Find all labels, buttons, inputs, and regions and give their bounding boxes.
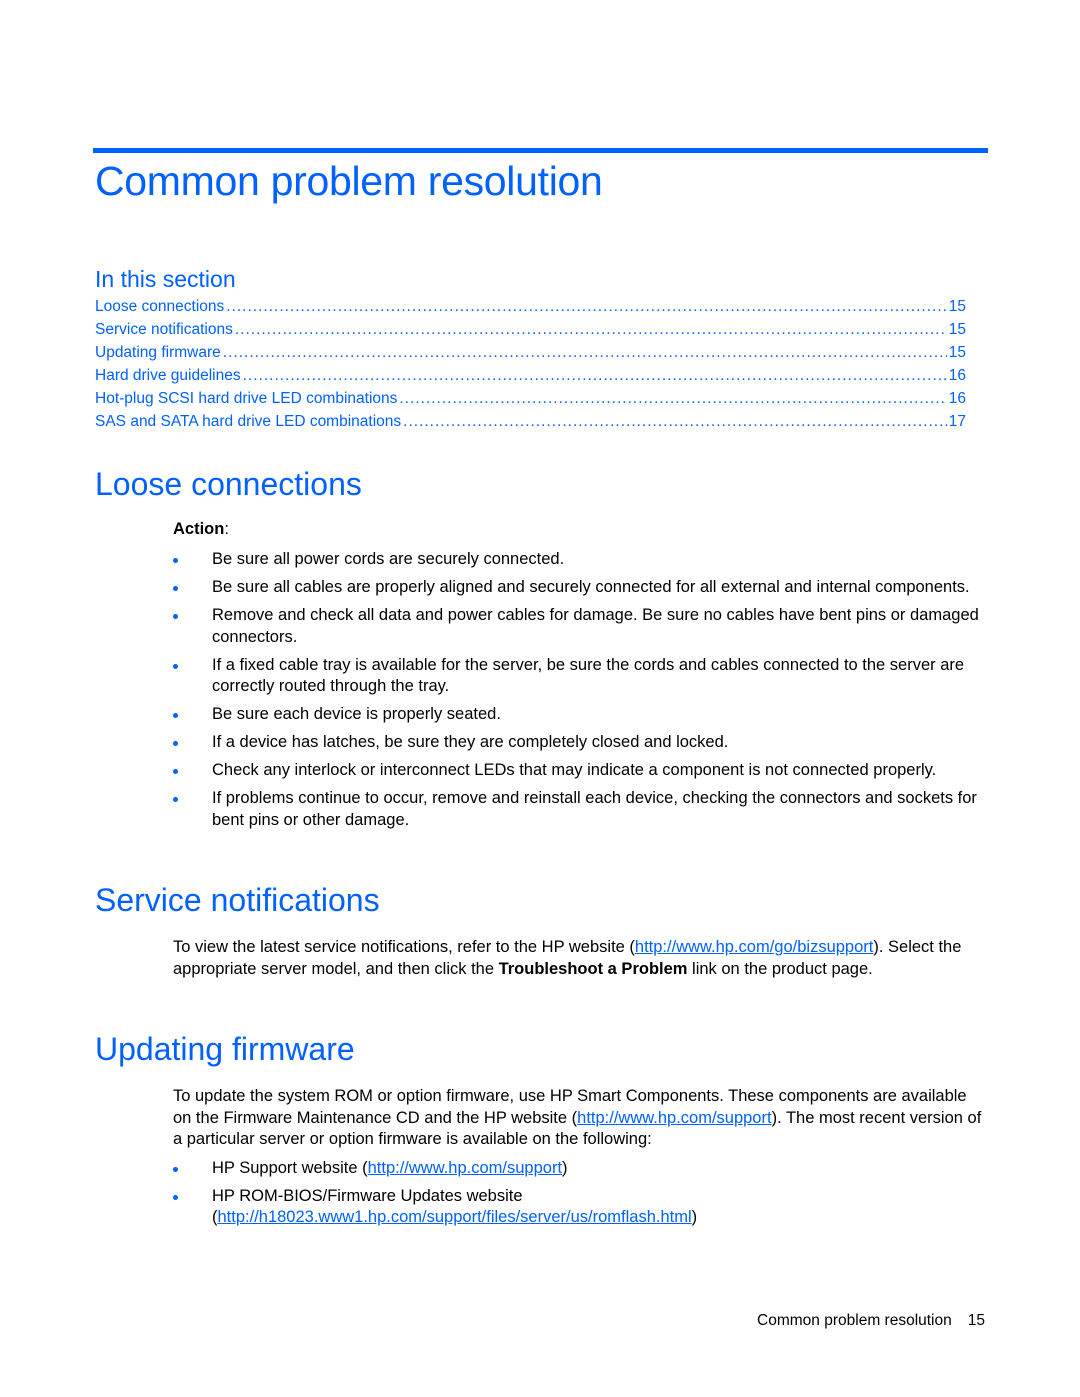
bullet-icon (173, 1166, 178, 1172)
bullet-icon (173, 1194, 178, 1200)
list-item-text: ) (691, 1208, 698, 1226)
bullet-icon (173, 663, 178, 669)
in-this-section-heading: In this section (95, 266, 236, 292)
toc-leader (223, 344, 947, 362)
action-label-bold: Action (173, 520, 225, 538)
action-label: Action: (173, 520, 229, 539)
list-item-text: If problems continue to occur, remove an… (212, 789, 977, 829)
footer-page-number: 15 (967, 1312, 985, 1329)
toc-entry-hot-plug-scsi-led[interactable]: Hot-plug SCSI hard drive LED combination… (95, 390, 966, 413)
list-item: HP ROM-BIOS/Firmware Updates website (htt… (173, 1186, 988, 1229)
list-item: If problems continue to occur, remove an… (173, 788, 988, 831)
toc-leader (403, 413, 947, 431)
bullet-icon (173, 614, 178, 619)
toc-entry-page: 15 (948, 321, 966, 338)
section-toc: Loose connections 15 Service notification… (95, 298, 966, 436)
list-item-text: Be sure each device is properly seated. (212, 705, 501, 723)
toc-entry-updating-firmware[interactable]: Updating firmware 15 (95, 344, 966, 367)
toc-entry-label: Updating firmware (95, 344, 221, 361)
loose-connections-list: Be sure all power cords are securely con… (173, 549, 988, 838)
hp-support-link[interactable]: http://www.hp.com/support (577, 1109, 771, 1127)
page-footer: Common problem resolution 15 (757, 1312, 985, 1330)
bullet-icon (173, 558, 178, 563)
bullet-icon (173, 769, 178, 774)
action-colon: : (224, 520, 229, 538)
toc-entry-page: 15 (948, 298, 966, 315)
toc-entry-page: 17 (948, 413, 966, 430)
toc-entry-sas-sata-led[interactable]: SAS and SATA hard drive LED combinations… (95, 413, 966, 436)
bullet-icon (173, 713, 178, 718)
toc-leader (399, 390, 946, 408)
list-item-text: Be sure all cables are properly aligned … (212, 578, 970, 596)
chapter-title: Common problem resolution (95, 158, 603, 204)
toc-entry-page: 15 (948, 344, 966, 361)
heading-loose-connections: Loose connections (95, 466, 362, 502)
hp-support-website-link[interactable]: http://www.hp.com/support (368, 1159, 562, 1177)
toc-leader (226, 298, 946, 316)
list-item-text: Check any interlock or interconnect LEDs… (212, 761, 937, 779)
list-item: If a device has latches, be sure they ar… (173, 732, 988, 754)
toc-entry-page: 16 (948, 390, 966, 407)
list-item-text: ) (562, 1158, 568, 1177)
toc-entry-label: Hot-plug SCSI hard drive LED combination… (95, 390, 398, 407)
list-item: Check any interlock or interconnect LEDs… (173, 760, 988, 782)
toc-leader (235, 321, 947, 339)
list-item: Remove and check all data and power cabl… (173, 605, 988, 648)
romflash-link[interactable]: http://h18023.www1.hp.com/support/files/… (218, 1208, 692, 1226)
bizsupport-link[interactable]: http://www.hp.com/go/bizsupport (635, 938, 873, 956)
troubleshoot-bold: Troubleshoot a Problem (498, 959, 688, 978)
toc-entry-page: 16 (948, 367, 966, 384)
toc-entry-label: SAS and SATA hard drive LED combinations (95, 413, 402, 430)
list-item-text: HP Support website ( (212, 1158, 368, 1177)
list-item-text: If a device has latches, be sure they ar… (212, 733, 729, 751)
list-item: Be sure all power cords are securely con… (173, 549, 988, 571)
list-item: Be sure each device is properly seated. (173, 704, 988, 726)
toc-entry-loose-connections[interactable]: Loose connections 15 (95, 298, 966, 321)
bullet-icon (173, 586, 178, 591)
heading-service-notifications: Service notifications (95, 882, 380, 918)
toc-entry-label: Service notifications (95, 321, 233, 338)
footer-title: Common problem resolution (757, 1312, 952, 1329)
list-item-text: Remove and check all data and power cabl… (212, 606, 979, 646)
paragraph-text: link on the product page. (687, 959, 873, 978)
list-item-text: If a fixed cable tray is available for t… (212, 655, 965, 696)
bullet-icon (173, 741, 178, 746)
paragraph-text: To view the latest service notifications… (173, 938, 635, 956)
list-item: If a fixed cable tray is available for t… (173, 655, 988, 698)
toc-entry-label: Hard drive guidelines (95, 367, 241, 384)
toc-leader (243, 367, 947, 385)
toc-entry-hard-drive-guidelines[interactable]: Hard drive guidelines 16 (95, 367, 966, 390)
service-notifications-paragraph: To view the latest service notifications… (173, 937, 988, 980)
toc-entry-label: Loose connections (95, 298, 225, 315)
list-item: HP Support website (http://www.hp.com/su… (173, 1158, 988, 1180)
updating-firmware-section: To update the system ROM or option firmw… (173, 1086, 988, 1235)
toc-entry-service-notifications[interactable]: Service notifications 15 (95, 321, 966, 344)
list-item-text: Be sure all power cords are securely con… (212, 550, 565, 568)
list-item: Be sure all cables are properly aligned … (173, 577, 988, 599)
chapter-rule (93, 148, 988, 153)
bullet-icon (173, 797, 178, 802)
heading-updating-firmware: Updating firmware (95, 1031, 355, 1067)
